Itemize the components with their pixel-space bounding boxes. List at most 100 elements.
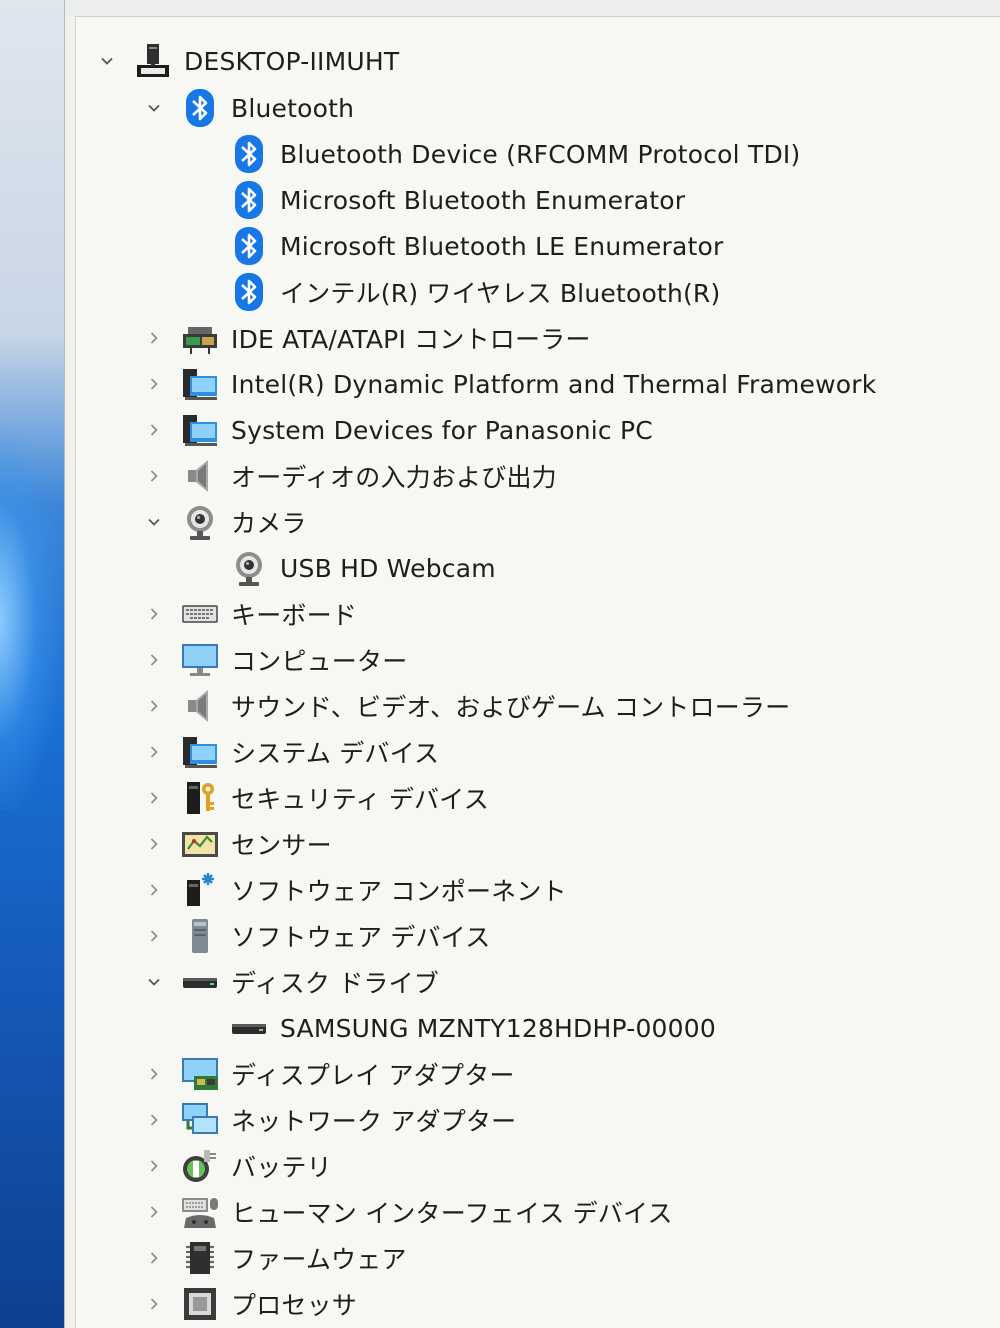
tree-item-label: サウンド、ビデオ、およびゲーム コントローラー <box>231 693 791 722</box>
bluetooth-icon <box>229 134 269 174</box>
tree-item-label: システム デバイス <box>231 739 440 768</box>
firmware-chip-icon <box>180 1238 220 1278</box>
security-key-icon <box>180 778 220 818</box>
network-adapter-icon <box>180 1100 220 1140</box>
chevron-right-icon[interactable] <box>145 329 163 347</box>
software-device-icon <box>180 916 220 956</box>
tree-device-row[interactable]: SAMSUNG MZNTY128HDHP-00000 <box>194 1005 716 1051</box>
tree-category-row[interactable]: IDE ATA/ATAPI コントローラー <box>145 315 591 361</box>
ide-controller-icon <box>180 318 220 358</box>
system-folder-icon <box>180 364 220 404</box>
monitor-icon <box>180 640 220 680</box>
chevron-right-icon[interactable] <box>145 1203 163 1221</box>
tree-device-row[interactable]: Microsoft Bluetooth LE Enumerator <box>194 223 724 269</box>
sensor-icon <box>180 824 220 864</box>
tree-category-row[interactable]: ディスク ドライブ <box>145 959 439 1005</box>
chevron-right-icon[interactable] <box>145 927 163 945</box>
chevron-right-icon[interactable] <box>145 881 163 899</box>
tree-item-label: センサー <box>231 831 332 860</box>
processor-icon <box>180 1284 220 1324</box>
tree-device-row[interactable]: Bluetooth Device (RFCOMM Protocol TDI) <box>194 131 800 177</box>
chevron-right-icon[interactable] <box>145 697 163 715</box>
tree-category-row[interactable]: キーボード <box>145 591 357 637</box>
tree-category-row[interactable]: サウンド、ビデオ、およびゲーム コントローラー <box>145 683 790 729</box>
battery-icon <box>180 1146 220 1186</box>
tree-device-row[interactable]: USB HD Webcam <box>194 545 496 591</box>
tree-item-label: Microsoft Bluetooth Enumerator <box>280 185 686 215</box>
tree-category-row[interactable]: ヒューマン インターフェイス デバイス <box>145 1189 673 1235</box>
tree-category-row[interactable]: カメラ <box>145 499 307 545</box>
keyboard-icon <box>180 594 220 634</box>
computer-name-label: DESKTOP-IIMUHT <box>184 46 400 76</box>
window-chrome <box>65 0 1000 16</box>
tree-category-row[interactable]: ソフトウェア デバイス <box>145 913 490 959</box>
webcam-icon <box>180 502 220 542</box>
chevron-right-icon[interactable] <box>145 835 163 853</box>
hid-icon <box>180 1192 220 1232</box>
desktop-wallpaper <box>0 0 64 1328</box>
chevron-right-icon[interactable] <box>145 467 163 485</box>
tree-item-label: キーボード <box>231 601 358 630</box>
chevron-down-icon[interactable] <box>98 52 116 70</box>
bluetooth-icon <box>229 226 269 266</box>
tree-item-label: ソフトウェア デバイス <box>231 923 491 952</box>
chevron-right-icon[interactable] <box>145 1111 163 1129</box>
chevron-right-icon[interactable] <box>145 1249 163 1267</box>
chevron-down-icon[interactable] <box>145 99 163 117</box>
chevron-right-icon[interactable] <box>145 375 163 393</box>
tree-category-row[interactable]: System Devices for Panasonic PC <box>145 407 653 453</box>
bluetooth-icon <box>229 180 269 220</box>
disk-drive-icon <box>180 962 220 1002</box>
tree-item-label: ソフトウェア コンポーネント <box>231 877 567 906</box>
tree-item-label: Bluetooth Device (RFCOMM Protocol TDI) <box>280 139 801 169</box>
tree-item-label: SAMSUNG MZNTY128HDHP-00000 <box>280 1013 716 1043</box>
computer-tower-icon <box>133 41 173 81</box>
system-folder-icon <box>180 732 220 772</box>
tree-item-label: オーディオの入力および出力 <box>231 463 557 492</box>
tree-item-label: ヒューマン インターフェイス デバイス <box>231 1199 673 1228</box>
tree-item-label: ファームウェア <box>231 1245 407 1274</box>
system-folder-icon <box>180 410 220 450</box>
tree-category-row[interactable]: システム デバイス <box>145 729 439 775</box>
tree-category-row[interactable]: バッテリ <box>145 1143 332 1189</box>
tree-category-row[interactable]: ネットワーク アダプター <box>145 1097 516 1143</box>
tree-item-label: ネットワーク アダプター <box>231 1107 517 1136</box>
tree-item-label: USB HD Webcam <box>280 553 496 583</box>
chevron-down-icon[interactable] <box>145 513 163 531</box>
tree-category-row[interactable]: ソフトウェア コンポーネント <box>145 867 567 913</box>
bluetooth-icon <box>229 272 269 312</box>
tree-device-row[interactable]: Microsoft Bluetooth Enumerator <box>194 177 685 223</box>
tree-category-row[interactable]: コンピューター <box>145 637 407 683</box>
chevron-right-icon[interactable] <box>145 1065 163 1083</box>
speaker-icon <box>180 686 220 726</box>
chevron-right-icon[interactable] <box>145 651 163 669</box>
chevron-right-icon[interactable] <box>145 605 163 623</box>
chevron-right-icon[interactable] <box>145 743 163 761</box>
chevron-right-icon[interactable] <box>145 1157 163 1175</box>
tree-device-row[interactable]: インテル(R) ワイヤレス Bluetooth(R) <box>194 269 720 315</box>
tree-category-row[interactable]: ファームウェア <box>145 1235 407 1281</box>
software-component-icon <box>180 870 220 910</box>
tree-item-label: コンピューター <box>231 647 408 676</box>
tree-item-label: Microsoft Bluetooth LE Enumerator <box>280 231 724 261</box>
tree-category-row[interactable]: Intel(R) Dynamic Platform and Thermal Fr… <box>145 361 876 407</box>
tree-category-row[interactable]: オーディオの入力および出力 <box>145 453 557 499</box>
tree-item-label: IDE ATA/ATAPI コントローラー <box>231 325 591 354</box>
tree-category-row[interactable]: プロセッサ <box>145 1281 357 1327</box>
speaker-icon <box>180 456 220 496</box>
chevron-right-icon[interactable] <box>145 789 163 807</box>
disk-drive-icon <box>229 1008 269 1048</box>
tree-item-label: ディスク ドライブ <box>231 969 439 998</box>
tree-category-row[interactable]: Bluetooth <box>145 85 354 131</box>
tree-category-row[interactable]: ディスプレイ アダプター <box>145 1051 515 1097</box>
tree-category-row[interactable]: セキュリティ デバイス <box>145 775 489 821</box>
chevron-down-icon[interactable] <box>145 973 163 991</box>
tree-category-row[interactable]: センサー <box>145 821 332 867</box>
chevron-right-icon[interactable] <box>145 1295 163 1313</box>
chevron-right-icon[interactable] <box>145 421 163 439</box>
tree-root-computer[interactable]: DESKTOP-IIMUHT <box>98 38 399 84</box>
